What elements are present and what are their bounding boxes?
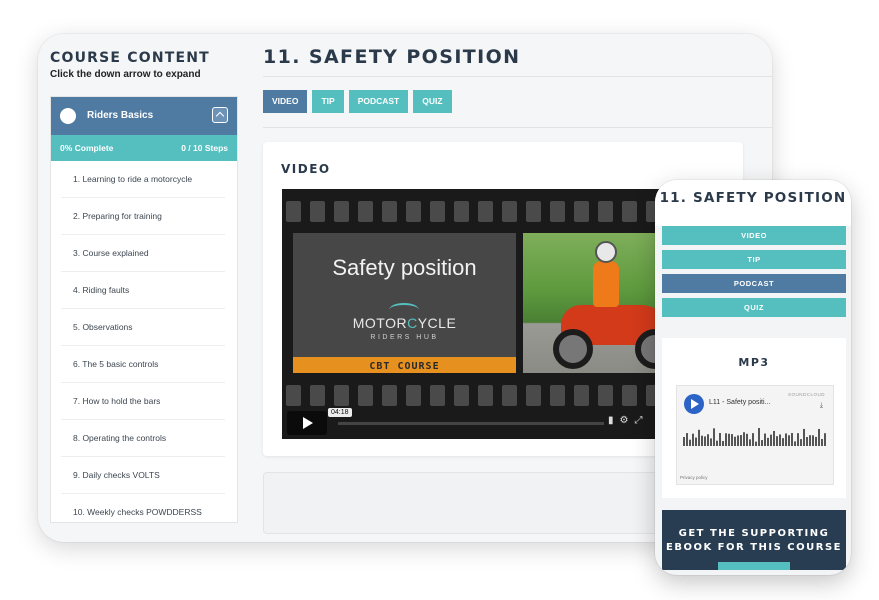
ebook-promo[interactable]: GET THE SUPPORTING EBOOK FOR THIS COURSE bbox=[662, 510, 846, 570]
rider-helmet bbox=[595, 241, 617, 263]
lesson-item[interactable]: 2. Preparing for training bbox=[61, 198, 225, 235]
phone-tabs: VIDEO TIP PODCAST QUIZ bbox=[662, 226, 846, 322]
phone-tab-video[interactable]: VIDEO bbox=[662, 226, 846, 245]
lesson-item[interactable]: 3. Course explained bbox=[61, 235, 225, 272]
play-icon[interactable] bbox=[287, 411, 327, 435]
section-header-riders-basics[interactable]: Riders Basics bbox=[51, 97, 237, 135]
video-controls: 04:18 ▮⚙⤢ bbox=[282, 407, 682, 439]
progress-percent: 0% Complete bbox=[60, 143, 114, 153]
mp3-label: MP3 bbox=[738, 356, 770, 369]
soundcloud-brand: SOUNDCLOUD bbox=[787, 392, 825, 397]
privacy-policy-link[interactable]: Privacy policy bbox=[680, 475, 708, 480]
section-progress: 0% Complete 0 / 10 Steps bbox=[51, 135, 237, 161]
phone-frame: 11. SAFETY POSITION VIDEO TIP PODCAST QU… bbox=[655, 180, 851, 575]
divider bbox=[263, 76, 772, 77]
section-status-dot bbox=[60, 108, 76, 124]
lesson-item[interactable]: 9. Daily checks VOLTS bbox=[61, 457, 225, 494]
lesson-item[interactable]: 7. How to hold the bars bbox=[61, 383, 225, 420]
soundcloud-player: L11 - Safety positi... SOUNDCLOUD ⤓ Priv… bbox=[676, 385, 834, 485]
lesson-item[interactable]: 10. Weekly checks POWDDERSS bbox=[61, 494, 225, 522]
lesson-item[interactable]: 4. Riding faults bbox=[61, 272, 225, 309]
phone-header: 11. SAFETY POSITION bbox=[655, 180, 851, 226]
course-content-hint: Click the down arrow to expand bbox=[50, 69, 201, 80]
mp3-card: MP3 L11 - Safety positi... SOUNDCLOUD ⤓ … bbox=[662, 338, 846, 498]
brand-logo-subtitle: RIDERS HUB bbox=[370, 334, 439, 341]
ebook-promo-text: GET THE SUPPORTING EBOOK FOR THIS COURSE bbox=[666, 528, 842, 553]
lesson-item[interactable]: 6. The 5 basic controls bbox=[61, 346, 225, 383]
phone-tab-tip[interactable]: TIP bbox=[662, 250, 846, 269]
audio-waveform[interactable] bbox=[683, 426, 827, 446]
film-strip-top bbox=[282, 189, 682, 229]
ebook-button[interactable] bbox=[718, 562, 790, 570]
brand-logo: MOTORCYCLE bbox=[352, 315, 457, 331]
collapse-arrow-icon[interactable] bbox=[212, 107, 228, 123]
lesson-tabs: VIDEO TIP PODCAST QUIZ bbox=[263, 90, 452, 113]
lesson-title: 11. SAFETY POSITION bbox=[263, 46, 521, 68]
course-content-title: COURSE CONTENT bbox=[50, 50, 210, 66]
course-sidebar: Riders Basics 0% Complete 0 / 10 Steps 1… bbox=[50, 96, 238, 523]
lesson-item[interactable]: 1. Learning to ride a motorcycle bbox=[61, 161, 225, 198]
slide-title: Safety position bbox=[332, 255, 477, 280]
lesson-item[interactable]: 5. Observations bbox=[61, 309, 225, 346]
phone-lesson-title: 11. SAFETY POSITION bbox=[659, 190, 847, 206]
download-icon[interactable]: ⤓ bbox=[820, 402, 823, 410]
lesson-item[interactable]: 8. Operating the controls bbox=[61, 420, 225, 457]
section-name: Riders Basics bbox=[87, 110, 154, 121]
phone-tab-quiz[interactable]: QUIZ bbox=[662, 298, 846, 317]
video-scrubber[interactable] bbox=[338, 422, 604, 425]
video-duration: 04:18 bbox=[328, 408, 352, 417]
tab-podcast[interactable]: PODCAST bbox=[348, 90, 409, 113]
video-title-slide: Safety position MOTORCYCLE RIDERS HUB bbox=[293, 233, 516, 377]
phone-tab-podcast[interactable]: PODCAST bbox=[662, 274, 846, 293]
tab-video[interactable]: VIDEO bbox=[263, 90, 308, 113]
tab-tip[interactable]: TIP bbox=[312, 90, 344, 113]
lesson-list: 1. Learning to ride a motorcycle 2. Prep… bbox=[51, 161, 237, 522]
audio-track-title[interactable]: L11 - Safety positi... bbox=[709, 399, 770, 406]
divider bbox=[263, 127, 772, 128]
volume-settings-fullscreen-icons[interactable]: ▮⚙⤢ bbox=[608, 415, 648, 426]
tab-quiz[interactable]: QUIZ bbox=[413, 90, 452, 113]
video-player[interactable]: Safety position MOTORCYCLE RIDERS HUB CB… bbox=[282, 189, 682, 439]
video-section-label: VIDEO bbox=[281, 162, 331, 176]
rider-vest bbox=[593, 261, 619, 307]
progress-steps: 0 / 10 Steps bbox=[181, 143, 228, 153]
audio-play-icon[interactable] bbox=[684, 394, 704, 414]
